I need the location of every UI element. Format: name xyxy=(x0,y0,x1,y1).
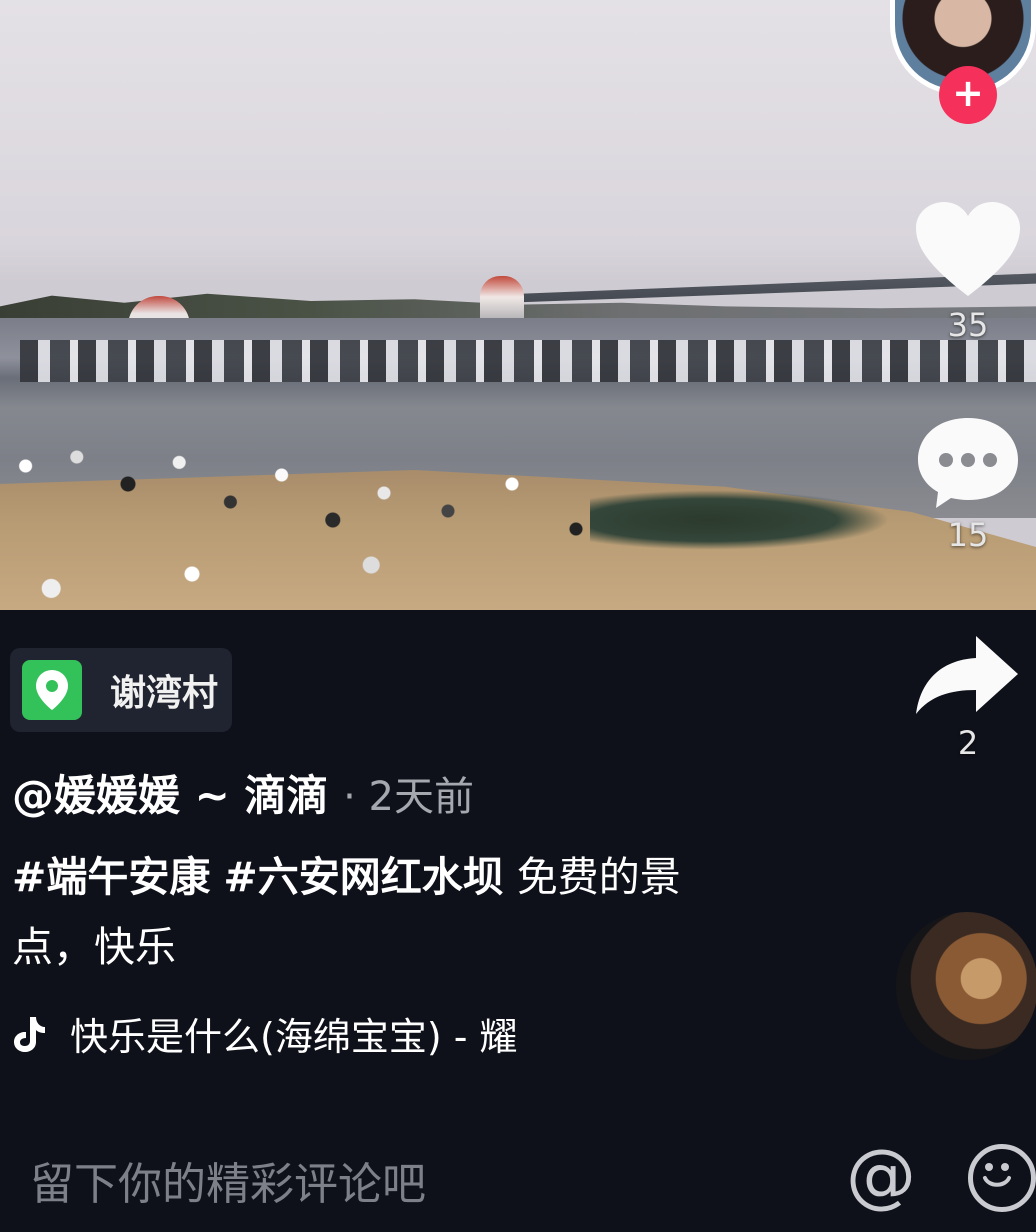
hashtag-link[interactable]: #端午安康 xyxy=(12,853,210,901)
location-name: 谢湾村 xyxy=(110,673,219,714)
map-pin-icon xyxy=(22,660,82,720)
hashtag-link[interactable]: #六安网红水坝 xyxy=(223,853,503,901)
comment-bubble-icon xyxy=(918,418,1018,508)
weir-rapids xyxy=(20,340,1036,382)
comment-button[interactable]: 15 xyxy=(914,414,1022,554)
video-frame[interactable] xyxy=(0,0,1036,610)
comment-count: 15 xyxy=(947,516,989,554)
post-author-line: @媛媛媛 ~ 滴滴 · 2天前 xyxy=(12,762,474,823)
music-title: 快乐是什么(海绵宝宝) - 耀 xyxy=(70,1015,518,1059)
mention-button[interactable]: @ xyxy=(846,1140,916,1210)
share-count: 2 xyxy=(957,724,979,762)
distant-building xyxy=(480,276,524,318)
tiktok-note-icon xyxy=(14,1016,45,1052)
smiley-icon xyxy=(983,1163,1011,1187)
heart-icon xyxy=(916,202,1020,296)
share-arrow-icon xyxy=(916,636,1018,714)
username[interactable]: @媛媛媛 ~ 滴滴 xyxy=(12,771,328,820)
post-time: · 2天前 xyxy=(343,774,474,820)
like-count: 35 xyxy=(947,306,989,344)
follow-button[interactable]: + xyxy=(939,66,997,124)
like-button[interactable]: 35 xyxy=(914,200,1022,344)
crowd-of-people xyxy=(0,430,640,610)
music-line[interactable]: 快乐是什么(海绵宝宝) - 耀 xyxy=(12,1006,518,1061)
location-chip[interactable]: 谢湾村 xyxy=(10,648,232,732)
music-disc[interactable] xyxy=(896,912,1036,1060)
emoji-button[interactable] xyxy=(968,1144,1036,1212)
share-button[interactable]: 2 xyxy=(914,634,1022,762)
comment-input[interactable]: 留下你的精彩评论吧 xyxy=(30,1148,426,1212)
post-caption: #端午安康 #六安网红水坝 免费的景点，快乐 xyxy=(12,842,732,982)
